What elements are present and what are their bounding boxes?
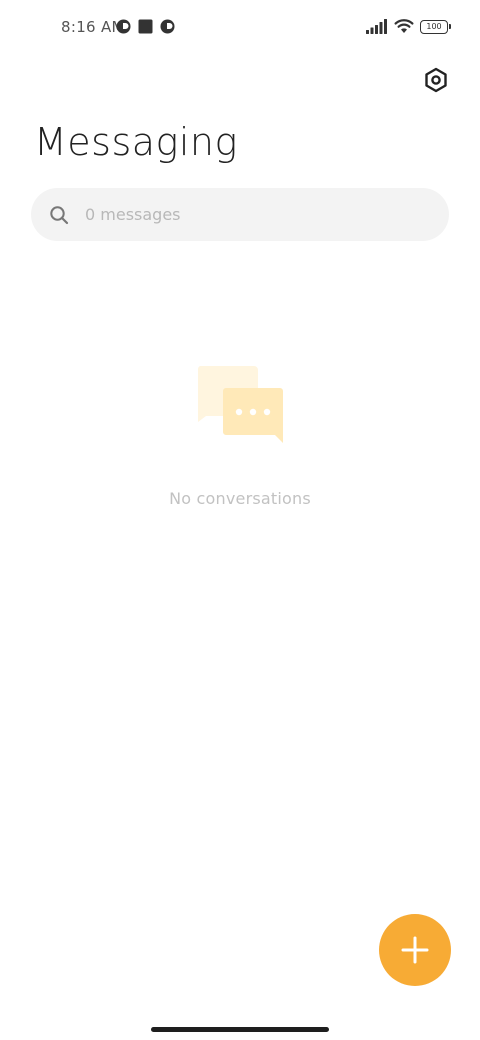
search-icon	[50, 205, 69, 224]
status-left-icons	[116, 19, 175, 34]
settings-button[interactable]	[420, 64, 452, 96]
settings-hex-icon	[425, 67, 447, 93]
search-bar[interactable]	[31, 188, 449, 241]
status-bar: 8:16 AM 100	[0, 0, 480, 56]
stop-square-icon	[138, 19, 153, 34]
app-notification-icon	[160, 19, 175, 34]
app-notification-icon	[116, 19, 131, 34]
page-title: Messaging	[34, 120, 238, 164]
empty-state-illustration	[196, 366, 284, 444]
plus-icon	[401, 936, 429, 964]
signal-bars-icon	[366, 19, 387, 34]
battery-level: 100	[426, 21, 442, 31]
empty-state-text: No conversations	[169, 489, 311, 508]
search-input[interactable]	[83, 204, 407, 225]
new-conversation-button[interactable]	[379, 914, 451, 986]
home-indicator[interactable]	[151, 1027, 329, 1032]
status-right-icons: 100	[366, 19, 451, 34]
wifi-icon	[394, 19, 414, 33]
battery-icon: 100	[420, 19, 451, 34]
chat-bubbles-icon	[197, 366, 283, 443]
